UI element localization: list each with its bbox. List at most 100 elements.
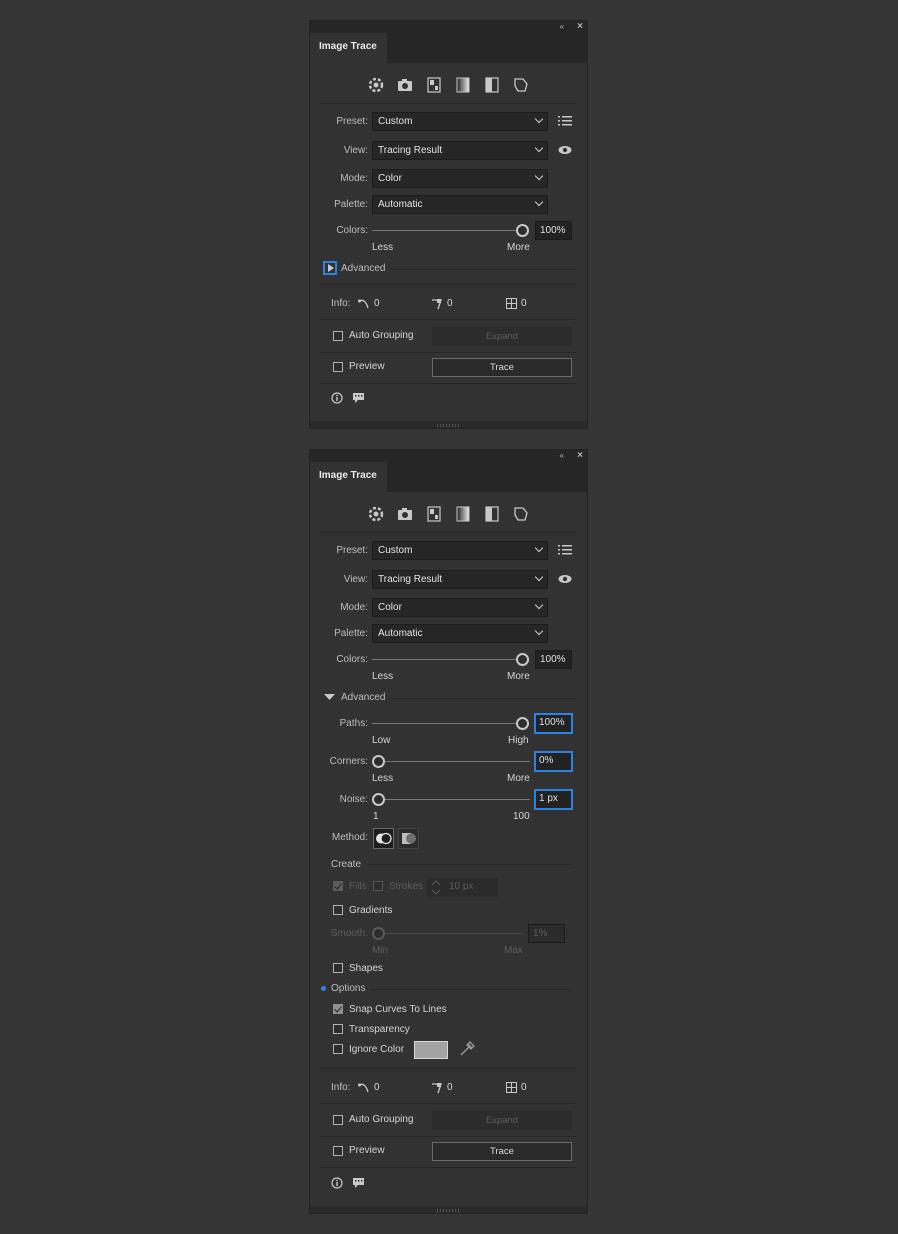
palette-label: Palette: [334,628,368,639]
shapes-label: Shapes [349,963,383,974]
colors-slider-track[interactable] [372,230,522,231]
eyedropper-icon[interactable] [458,1040,476,1058]
divider [320,1103,577,1104]
eye-icon[interactable] [558,574,572,584]
noise-value-field[interactable]: 1 px [534,789,573,810]
preset-icon-row [367,76,537,94]
paths-value-field[interactable]: 100% [534,713,573,734]
smooth-slider-knob[interactable] [372,927,385,940]
snap-curves-checkbox[interactable] [333,1004,343,1014]
noise-slider-knob[interactable] [372,793,385,806]
trace-button[interactable]: Trace [432,1142,572,1161]
preset-dropdown[interactable]: Custom [372,112,548,131]
outline-icon[interactable] [512,76,530,94]
ignore-color-checkbox[interactable] [333,1044,343,1054]
preview-checkbox[interactable] [333,362,343,372]
info-anchors-count: 0 [447,298,453,309]
grayscale-icon[interactable] [454,76,472,94]
fills-checkbox[interactable] [333,881,343,891]
colors-value-field[interactable]: 100% [535,650,572,669]
view-dropdown[interactable]: Tracing Result [372,570,548,589]
preset-list-icon[interactable] [558,115,572,127]
preset-label: Preset: [336,545,368,556]
high-color-icon[interactable] [396,505,414,523]
corners-slider-knob[interactable] [372,755,385,768]
preset-dropdown[interactable]: Custom [372,541,548,560]
colors-slider-track[interactable] [372,659,522,660]
triangle-down-icon[interactable] [324,693,336,701]
stroke-width-stepper[interactable]: 10 px [427,878,498,897]
paths-label: Paths: [339,718,368,729]
close-icon[interactable]: × [577,450,583,462]
shapes-checkbox[interactable] [333,963,343,973]
auto-color-icon[interactable] [367,76,385,94]
smooth-min-label: Min [372,945,389,956]
low-color-icon[interactable] [425,505,443,523]
resize-grip[interactable] [437,424,461,427]
mode-value: Color [378,602,402,613]
noise-slider-track[interactable] [372,799,530,800]
collapse-icon[interactable]: « [560,21,564,33]
panel-title-bar[interactable]: « × [310,450,587,462]
colors-max-label: More [507,671,530,682]
chevron-down-icon [534,171,544,181]
info-icon[interactable] [331,392,343,404]
image-trace-panel-expanded: « × Image Trace Preset: Custom View: Tra… [309,449,588,1214]
expand-button[interactable]: Expand [432,327,572,346]
paths-slider-knob[interactable] [516,717,529,730]
corners-value-field[interactable]: 0% [534,751,573,772]
preview-label: Preview [349,1145,385,1156]
colors-value-field[interactable]: 100% [535,221,572,240]
corners-slider-track[interactable] [372,761,530,762]
ignore-color-swatch[interactable] [414,1041,448,1059]
advanced-label[interactable]: Advanced [341,691,385,705]
preset-label: Preset: [336,116,368,127]
stepper-arrows-icon [431,880,441,895]
eye-icon[interactable] [558,145,572,155]
auto-color-icon[interactable] [367,505,385,523]
method-overlapping-button[interactable] [398,828,419,849]
info-icon[interactable] [331,1177,343,1189]
mode-dropdown[interactable]: Color [372,598,548,617]
trace-button[interactable]: Trace [432,358,572,377]
tab-image-trace[interactable]: Image Trace [310,33,387,63]
palette-dropdown[interactable]: Automatic [372,624,548,643]
tab-image-trace[interactable]: Image Trace [310,462,387,492]
transparency-checkbox[interactable] [333,1024,343,1034]
colors-slider-knob[interactable] [516,224,529,237]
advanced-toggle[interactable] [323,261,337,275]
colors-slider-knob[interactable] [516,653,529,666]
collapse-icon[interactable]: « [560,450,564,462]
outline-icon[interactable] [512,505,530,523]
close-icon[interactable]: × [577,21,583,33]
black-white-icon[interactable] [483,505,501,523]
strokes-checkbox[interactable] [373,881,383,891]
smooth-max-label: Max [504,945,523,956]
gradients-checkbox[interactable] [333,905,343,915]
auto-grouping-checkbox[interactable] [333,1115,343,1125]
preview-checkbox[interactable] [333,1146,343,1156]
palette-dropdown[interactable]: Automatic [372,195,548,214]
auto-grouping-checkbox[interactable] [333,331,343,341]
paths-icon [358,1083,369,1093]
expand-button[interactable]: Expand [432,1111,572,1130]
chevron-down-icon [534,626,544,636]
preset-list-icon[interactable] [558,544,572,556]
method-abutting-button[interactable] [373,828,394,849]
smooth-value-field[interactable]: 1% [528,924,565,943]
mode-dropdown[interactable]: Color [372,169,548,188]
colors-grid-icon [506,1082,517,1093]
comment-icon[interactable] [352,392,365,404]
low-color-icon[interactable] [425,76,443,94]
divider [320,103,577,104]
black-white-icon[interactable] [483,76,501,94]
paths-slider-track[interactable] [372,723,522,724]
mode-label: Mode: [340,173,368,184]
view-dropdown[interactable]: Tracing Result [372,141,548,160]
resize-grip[interactable] [437,1209,461,1212]
panel-title-bar[interactable]: « × [310,21,587,33]
smooth-slider-track[interactable] [372,933,522,934]
high-color-icon[interactable] [396,76,414,94]
grayscale-icon[interactable] [454,505,472,523]
comment-icon[interactable] [352,1177,365,1189]
